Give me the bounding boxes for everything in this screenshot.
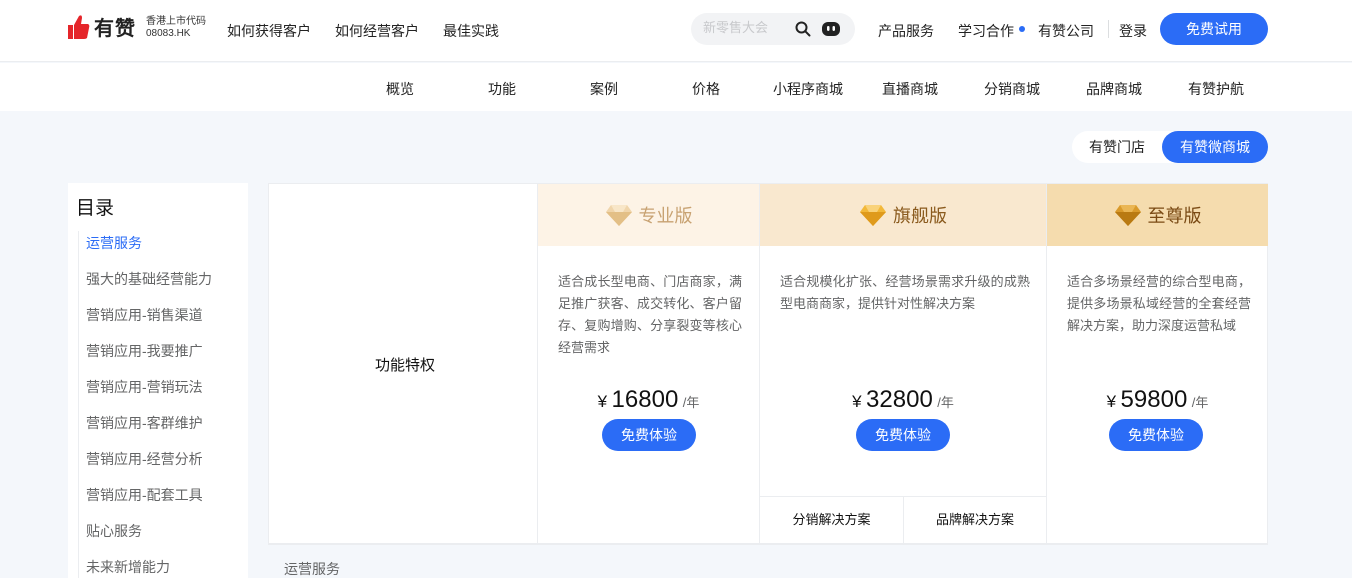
search-icon[interactable] [795,21,811,37]
subnav-protection[interactable]: 有赞护航 [1165,79,1267,99]
plan-price: ¥ 32800 /年 [760,386,1046,414]
search-box [691,13,855,45]
plan-price: ¥ 59800 /年 [1047,386,1268,414]
plan-name: 至尊版 [1147,206,1202,226]
subnav-mini-program[interactable]: 小程序商城 [757,79,859,99]
price-amount: 59800 [1120,386,1188,413]
product-toggle: 有赞门店 有赞微商城 [1072,131,1268,163]
subnav-distribution-mall[interactable]: 分销商城 [961,79,1063,99]
currency-symbol: ¥ [1106,392,1117,411]
plan-flagship: 旗舰版 适合规模化扩张、经营场景需求升级的成熟型电商商家，提供针对性解决方案 ¥… [759,184,1046,544]
top-header: 有赞 香港上市代码 08083.HK 如何获得客户 如何经营客户 最佳实践 产品… [0,0,1352,62]
plan-pro: 专业版 适合成长型电商、门店商家，满足推广获客、成交转化、客户留存、复购增购、分… [537,184,759,544]
toc-rail [78,231,79,578]
currency-symbol: ¥ [597,392,608,411]
plan-name: 专业版 [638,206,693,226]
price-unit: /年 [937,395,954,410]
search-input[interactable] [703,20,793,35]
toc-item[interactable]: 营销应用-营销玩法 [86,377,203,397]
plan-supreme-header: 至尊版 [1047,184,1268,246]
diamond-icon [605,205,632,226]
toc-item[interactable]: 运营服务 [86,233,142,253]
nav-get-customers[interactable]: 如何获得客户 [227,21,311,41]
brand-solution-link[interactable]: 品牌解决方案 [903,496,1046,544]
feature-column-label: 功能特权 [375,357,436,374]
toc-item[interactable]: 营销应用-经营分析 [86,449,203,469]
login-link[interactable]: 登录 [1119,21,1147,41]
stock-code-line2: 08083.HK [146,28,191,39]
toggle-micro-mall[interactable]: 有赞微商城 [1162,131,1268,163]
subnav-pricing[interactable]: 价格 [655,79,757,99]
table-of-contents: 目录 运营服务 强大的基础经营能力 营销应用-销售渠道 营销应用-我要推广 营销… [68,183,248,578]
diamond-icon [860,205,886,226]
free-experience-button[interactable]: 免费体验 [856,419,950,451]
subnav-overview[interactable]: 概览 [349,79,451,99]
stock-code: 香港上市代码 08083.HK [146,16,206,40]
toc-item[interactable]: 未来新增能力 [86,557,170,577]
toc-item[interactable]: 营销应用-销售渠道 [86,305,203,325]
plan-pro-header: 专业版 [538,184,759,246]
nav-learning[interactable]: 学习合作 [958,21,1014,41]
plan-price: ¥ 16800 /年 [538,386,759,414]
brand-name: 有赞 [94,18,136,40]
toc-item[interactable]: 营销应用-配套工具 [86,485,203,505]
section-header: 运营服务 [268,544,1268,578]
free-trial-button[interactable]: 免费试用 [1160,13,1268,45]
price-unit: /年 [1191,395,1209,410]
price-unit: /年 [682,395,700,410]
toc-item[interactable]: 营销应用-我要推广 [86,341,203,361]
nav-manage-customers[interactable]: 如何经营客户 [335,21,419,41]
currency-symbol: ¥ [852,392,862,411]
plan-description: 适合多场景经营的综合型电商，提供多场景私域经营的全套经营解决方案，助力深度运营私… [1067,274,1251,333]
plan-supreme: 至尊版 适合多场景经营的综合型电商，提供多场景私域经营的全套经营解决方案，助力深… [1046,184,1268,544]
section-title: 运营服务 [284,561,340,577]
distribution-solution-link[interactable]: 分销解决方案 [760,496,903,544]
subnav-brand-mall[interactable]: 品牌商城 [1063,79,1165,99]
subnav-cases[interactable]: 案例 [553,79,655,99]
diamond-icon [1114,205,1141,226]
new-dot-badge [1019,26,1025,32]
toc-item[interactable]: 营销应用-客群维护 [86,413,203,433]
divider [1108,20,1109,38]
nav-company[interactable]: 有赞公司 [1038,21,1094,41]
stock-code-line1: 香港上市代码 [146,16,206,27]
nav-best-practices[interactable]: 最佳实践 [443,21,499,41]
toc-title: 目录 [76,198,115,219]
product-subnav: 概览 功能 案例 价格 小程序商城 直播商城 分销商城 品牌商城 有赞护航 [0,63,1352,111]
toc-item[interactable]: 贴心服务 [86,521,142,541]
free-experience-button[interactable]: 免费体验 [1109,419,1203,451]
pricing-table: 功能特权 专业版 适合成长型电商、门店商家，满足推广获客、成交转化、客户留存、复… [268,183,1268,544]
free-experience-button[interactable]: 免费体验 [602,419,696,451]
toc-item[interactable]: 强大的基础经营能力 [86,269,212,289]
plan-description: 适合成长型电商、门店商家，满足推广获客、成交转化、客户留存、复购增购、分享裂变等… [558,274,742,355]
subnav-features[interactable]: 功能 [451,79,553,99]
nav-products[interactable]: 产品服务 [878,21,934,41]
plan-flagship-header: 旗舰版 [760,184,1046,246]
subnav-live-mall[interactable]: 直播商城 [859,79,961,99]
price-amount: 16800 [611,386,679,413]
plan-description: 适合规模化扩张、经营场景需求升级的成熟型电商商家，提供针对性解决方案 [780,274,1030,311]
toggle-store[interactable]: 有赞门店 [1072,131,1162,163]
price-amount: 32800 [866,386,933,413]
logo[interactable]: 有赞 香港上市代码 08083.HK [68,12,206,41]
assistant-robot-icon[interactable] [821,20,841,38]
plan-name: 旗舰版 [893,206,947,226]
thumbs-up-icon [68,14,90,39]
